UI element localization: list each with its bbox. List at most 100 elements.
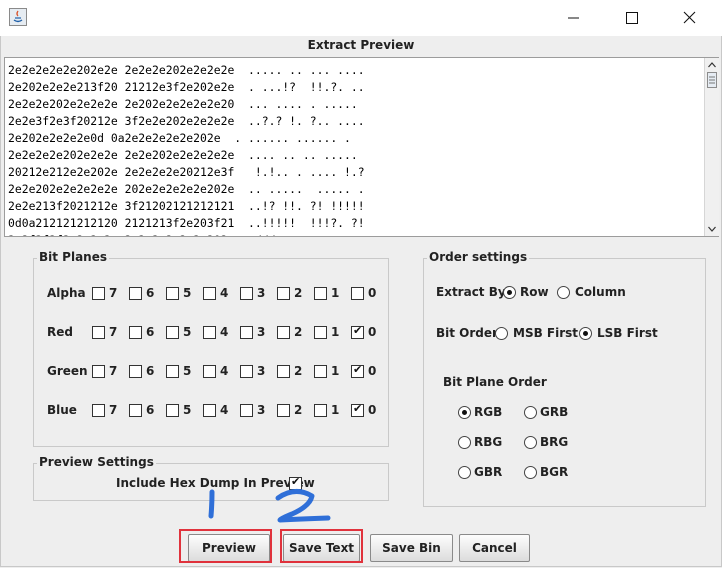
maximize-button[interactable] <box>608 0 654 36</box>
blue-bit-3-checkbox[interactable] <box>240 404 253 417</box>
red-bit-2-checkbox[interactable] <box>277 326 290 339</box>
plane-order-grb-label: GRB <box>540 405 569 419</box>
green-bit-1-checkbox[interactable] <box>314 365 327 378</box>
bit-planes-title: Bit Planes <box>37 250 110 264</box>
scroll-up-icon[interactable] <box>705 58 719 72</box>
alpha-bit-0-checkbox[interactable] <box>351 287 364 300</box>
green-bit-6-checkbox[interactable] <box>129 365 142 378</box>
close-button[interactable] <box>666 0 712 36</box>
bit-plane-order-label: Bit Plane Order <box>443 375 547 389</box>
minimize-button[interactable] <box>550 0 596 36</box>
alpha-bit-2-checkbox[interactable] <box>277 287 290 300</box>
alpha-bit-0-label: 0 <box>368 286 377 300</box>
green-bit-3-checkbox[interactable] <box>240 365 253 378</box>
red-bit-7-label: 7 <box>109 325 118 339</box>
bit-order-label: Bit Order <box>436 326 498 340</box>
plane-order-brg-label: BRG <box>540 435 569 449</box>
plane-order-grb-radio[interactable] <box>524 406 537 419</box>
plane-order-gbr-radio[interactable] <box>458 466 471 479</box>
green-bit-5-checkbox[interactable] <box>166 365 179 378</box>
red-bit-0-label: 0 <box>368 325 377 339</box>
green-bit-4-checkbox[interactable] <box>203 365 216 378</box>
green-bit-2-label: 2 <box>294 364 303 378</box>
blue-bit-4-checkbox[interactable] <box>203 404 216 417</box>
blue-bit-7-checkbox[interactable] <box>92 404 105 417</box>
blue-bit-3-label: 3 <box>257 403 266 417</box>
minimize-icon <box>568 17 579 19</box>
msb-first-radio[interactable] <box>495 327 508 340</box>
alpha-bit-5-checkbox[interactable] <box>166 287 179 300</box>
preview-text-area[interactable]: 2e2e2e2e2e202e2e 2e2e2e202e2e2e2e ..... … <box>4 57 719 237</box>
scrollbar-thumb[interactable] <box>707 72 717 88</box>
blue-bit-2-checkbox[interactable] <box>277 404 290 417</box>
red-bit-0-checkbox[interactable] <box>351 324 364 339</box>
alpha-bit-4-checkbox[interactable] <box>203 287 216 300</box>
alpha-bit-3-label: 3 <box>257 286 266 300</box>
scroll-down-icon[interactable] <box>705 222 719 236</box>
blue-bit-7-label: 7 <box>109 403 118 417</box>
green-bit-1-label: 1 <box>331 364 340 378</box>
red-bit-4-label: 4 <box>220 325 229 339</box>
green-bit-7-label: 7 <box>109 364 118 378</box>
plane-order-rbg-label: RBG <box>474 435 503 449</box>
plane-order-rgb-radio[interactable] <box>458 406 471 419</box>
green-bit-0-checkbox[interactable] <box>351 363 364 378</box>
green-bit-0-label: 0 <box>368 364 377 378</box>
plane-order-bgr-radio[interactable] <box>524 466 537 479</box>
blue-bit-4-label: 4 <box>220 403 229 417</box>
plane-order-brg-radio[interactable] <box>524 436 537 449</box>
red-bit-5-checkbox[interactable] <box>166 326 179 339</box>
blue-bit-1-checkbox[interactable] <box>314 404 327 417</box>
alpha-bit-7-checkbox[interactable] <box>92 287 105 300</box>
save-bin-button[interactable]: Save Bin <box>370 534 453 562</box>
close-icon <box>683 11 696 24</box>
alpha-bit-6-label: 6 <box>146 286 155 300</box>
bit-plane-row-label-blue: Blue <box>47 403 77 417</box>
green-bit-3-label: 3 <box>257 364 266 378</box>
red-bit-1-label: 1 <box>331 325 340 339</box>
red-bit-7-checkbox[interactable] <box>92 326 105 339</box>
alpha-bit-1-label: 1 <box>331 286 340 300</box>
blue-bit-0-checkbox[interactable] <box>351 402 364 417</box>
alpha-bit-5-label: 5 <box>183 286 192 300</box>
extract-by-column-label: Column <box>575 285 626 299</box>
red-bit-3-checkbox[interactable] <box>240 326 253 339</box>
maximize-icon <box>626 12 638 24</box>
red-bit-6-checkbox[interactable] <box>129 326 142 339</box>
red-bit-6-label: 6 <box>146 325 155 339</box>
blue-bit-6-label: 6 <box>146 403 155 417</box>
alpha-bit-1-checkbox[interactable] <box>314 287 327 300</box>
red-bit-4-checkbox[interactable] <box>203 326 216 339</box>
title-bar <box>0 0 722 36</box>
red-bit-1-checkbox[interactable] <box>314 326 327 339</box>
blue-bit-0-label: 0 <box>368 403 377 417</box>
blue-bit-1-label: 1 <box>331 403 340 417</box>
cancel-button[interactable]: Cancel <box>459 534 530 562</box>
green-bit-2-checkbox[interactable] <box>277 365 290 378</box>
red-bit-5-label: 5 <box>183 325 192 339</box>
plane-order-rbg-radio[interactable] <box>458 436 471 449</box>
extract-by-row-radio[interactable] <box>503 286 516 299</box>
preview-highlight <box>179 529 272 563</box>
order-settings-title: Order settings <box>427 250 530 264</box>
window-title: Extract Preview <box>307 38 415 52</box>
handwritten-1 <box>208 489 215 519</box>
vertical-scrollbar[interactable] <box>704 58 719 236</box>
lsb-first-radio[interactable] <box>579 327 592 340</box>
bit-plane-row-label-red: Red <box>47 325 73 339</box>
msb-first-label: MSB First <box>513 326 579 340</box>
green-bit-7-checkbox[interactable] <box>92 365 105 378</box>
plane-order-rgb-label: RGB <box>474 405 503 419</box>
extract-by-column-radio[interactable] <box>557 286 570 299</box>
blue-bit-6-checkbox[interactable] <box>129 404 142 417</box>
red-bit-2-label: 2 <box>294 325 303 339</box>
alpha-bit-3-checkbox[interactable] <box>240 287 253 300</box>
plane-order-bgr-label: BGR <box>540 465 569 479</box>
handwritten-numbers <box>208 489 331 523</box>
blue-bit-2-label: 2 <box>294 403 303 417</box>
blue-bit-5-checkbox[interactable] <box>166 404 179 417</box>
alpha-bit-6-checkbox[interactable] <box>129 287 142 300</box>
preview-text: 2e2e2e2e2e202e2e 2e2e2e202e2e2e2e ..... … <box>8 63 365 236</box>
blue-bit-5-label: 5 <box>183 403 192 417</box>
extract-by-label: Extract By <box>436 285 506 299</box>
